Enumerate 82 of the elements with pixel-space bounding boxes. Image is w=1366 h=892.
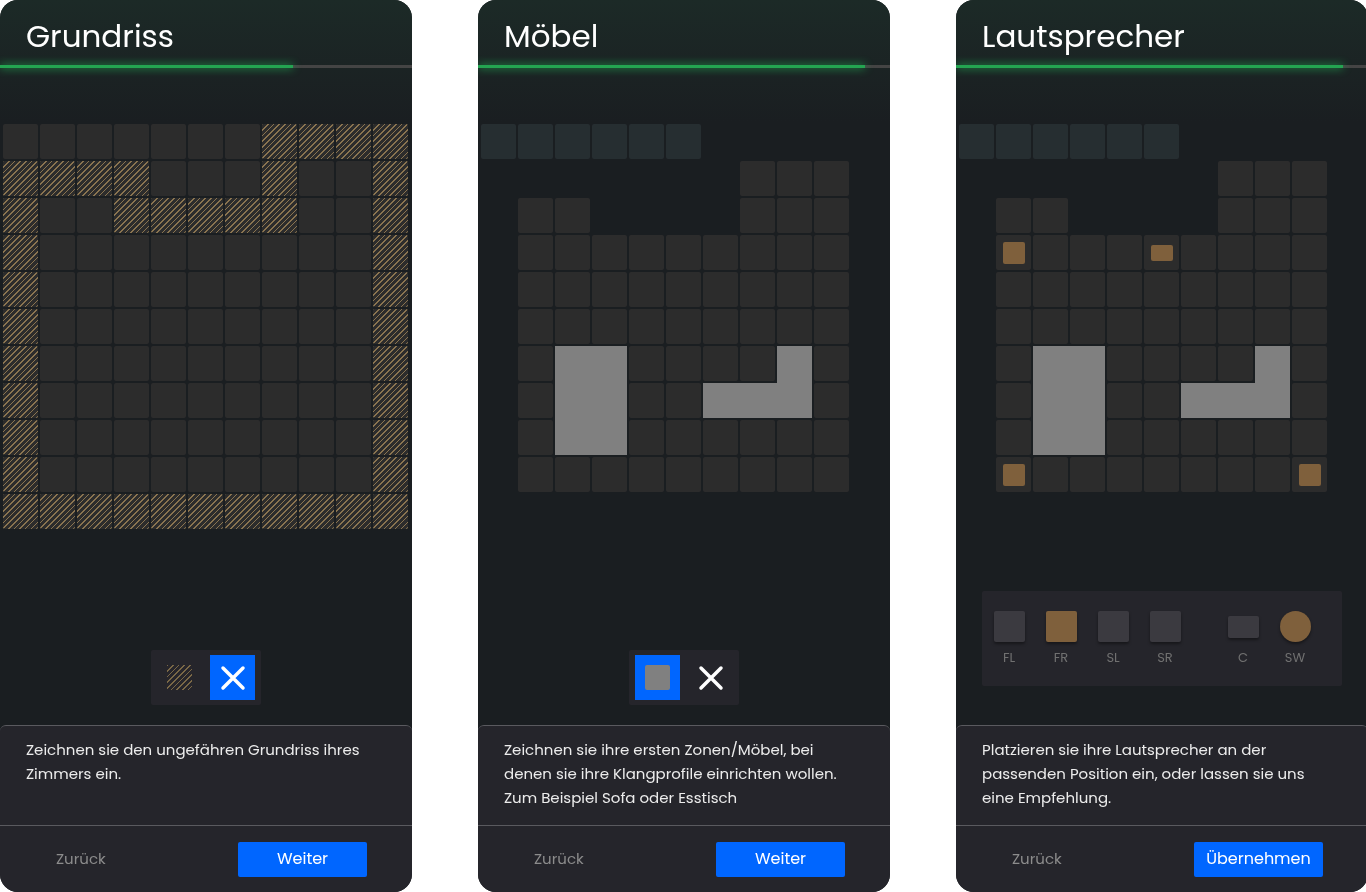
speaker-icon[interactable] <box>1227 616 1259 638</box>
wall-cell[interactable] <box>3 309 38 344</box>
wall-cell[interactable] <box>373 383 408 418</box>
wall-cell[interactable] <box>114 198 149 233</box>
speaker-label: SL <box>1106 650 1120 666</box>
wall-cell[interactable] <box>188 198 223 233</box>
wall-cell[interactable] <box>373 161 408 196</box>
square-icon <box>645 665 670 690</box>
grid-cell[interactable] <box>1292 457 1327 492</box>
screen-title: Lautsprecher <box>981 13 1186 56</box>
wall-cell[interactable] <box>373 198 408 233</box>
furniture-cell[interactable] <box>1255 346 1290 381</box>
description-text: Platzieren sie ihre Lautsprecher an der passenden Position ein, oder lassen sie uns eine Empfehlung. <box>982 738 1306 810</box>
furniture-cell[interactable] <box>777 346 812 381</box>
speaker-icon[interactable] <box>993 611 1025 642</box>
wall-cell[interactable] <box>3 272 38 307</box>
wall-cell[interactable] <box>373 309 408 344</box>
wall-cell[interactable] <box>3 235 38 270</box>
wall-cell[interactable] <box>77 161 112 196</box>
cross-icon <box>219 664 246 691</box>
description-text: Zeichnen sie ihre ersten Zonen/Möbel, bei denen sie ihre Klangprofile einrichten wollen. Zum Beispiel Sofa oder Esstisch <box>504 738 838 810</box>
wall-cell[interactable] <box>3 383 38 418</box>
wall-cell[interactable] <box>373 457 408 492</box>
wall-cell[interactable] <box>336 494 371 529</box>
wall-cell[interactable] <box>336 124 371 159</box>
speaker-marker-icon[interactable] <box>1150 244 1173 261</box>
grid-cell[interactable] <box>996 235 1031 270</box>
wall-cell[interactable] <box>373 420 408 455</box>
wall-cell[interactable] <box>3 346 38 381</box>
wall-cell[interactable] <box>262 161 297 196</box>
screen-title: Grundriss <box>25 13 175 56</box>
wall-cell[interactable] <box>373 272 408 307</box>
speaker-label: FR <box>1053 650 1069 666</box>
wall-cell[interactable] <box>373 494 408 529</box>
wall-cell[interactable] <box>225 198 260 233</box>
wall-cell[interactable] <box>3 494 38 529</box>
speaker-label: C <box>1237 650 1248 666</box>
screen-title: Möbel <box>503 13 600 56</box>
hatch-icon <box>167 665 192 690</box>
wall-cell[interactable] <box>114 494 149 529</box>
cross-icon <box>697 664 724 691</box>
next-button[interactable]: Übernehmen <box>1194 841 1323 877</box>
back-button[interactable]: Zurück <box>56 847 106 871</box>
wall-cell[interactable] <box>3 457 38 492</box>
speaker-icon[interactable] <box>1149 611 1181 642</box>
wall-cell[interactable] <box>225 494 260 529</box>
wall-cell[interactable] <box>40 494 75 529</box>
speaker-icon[interactable] <box>1097 611 1129 642</box>
speaker-label: FL <box>1002 650 1016 666</box>
furniture-cell[interactable] <box>1181 383 1216 418</box>
wall-cell[interactable] <box>151 198 186 233</box>
speaker-label: SR <box>1157 650 1173 666</box>
wall-cell[interactable] <box>3 198 38 233</box>
wall-cell[interactable] <box>77 494 112 529</box>
wall-cell[interactable] <box>299 124 334 159</box>
grid-cell[interactable] <box>1144 235 1179 270</box>
wall-cell[interactable] <box>262 124 297 159</box>
wall-cell[interactable] <box>373 124 408 159</box>
wall-cell[interactable] <box>188 494 223 529</box>
wall-cell[interactable] <box>151 494 186 529</box>
wall-cell[interactable] <box>3 420 38 455</box>
wall-cell[interactable] <box>3 161 38 196</box>
back-button[interactable]: Zurück <box>534 847 584 871</box>
speaker-marker-icon[interactable] <box>1298 463 1321 486</box>
next-button[interactable]: Weiter <box>716 841 845 877</box>
speaker-marker-icon[interactable] <box>1002 241 1025 264</box>
grid-cell[interactable] <box>996 457 1031 492</box>
furniture-cell[interactable] <box>703 383 738 418</box>
wall-cell[interactable] <box>373 235 408 270</box>
next-button[interactable]: Weiter <box>238 841 367 877</box>
wall-cell[interactable] <box>262 198 297 233</box>
wall-cell[interactable] <box>262 494 297 529</box>
speaker-icon[interactable] <box>1045 611 1077 642</box>
back-button[interactable]: Zurück <box>1012 847 1062 871</box>
speaker-label: SW <box>1284 650 1306 666</box>
wall-cell[interactable] <box>373 346 408 381</box>
wall-cell[interactable] <box>299 494 334 529</box>
square-tool-button[interactable] <box>635 655 680 700</box>
wall-cell[interactable] <box>114 161 149 196</box>
wall-cell[interactable] <box>40 161 75 196</box>
description-text: Zeichnen sie den ungefähren Grundriss ihres Zimmers ein. <box>26 738 361 786</box>
speaker-marker-icon[interactable] <box>1002 463 1025 486</box>
